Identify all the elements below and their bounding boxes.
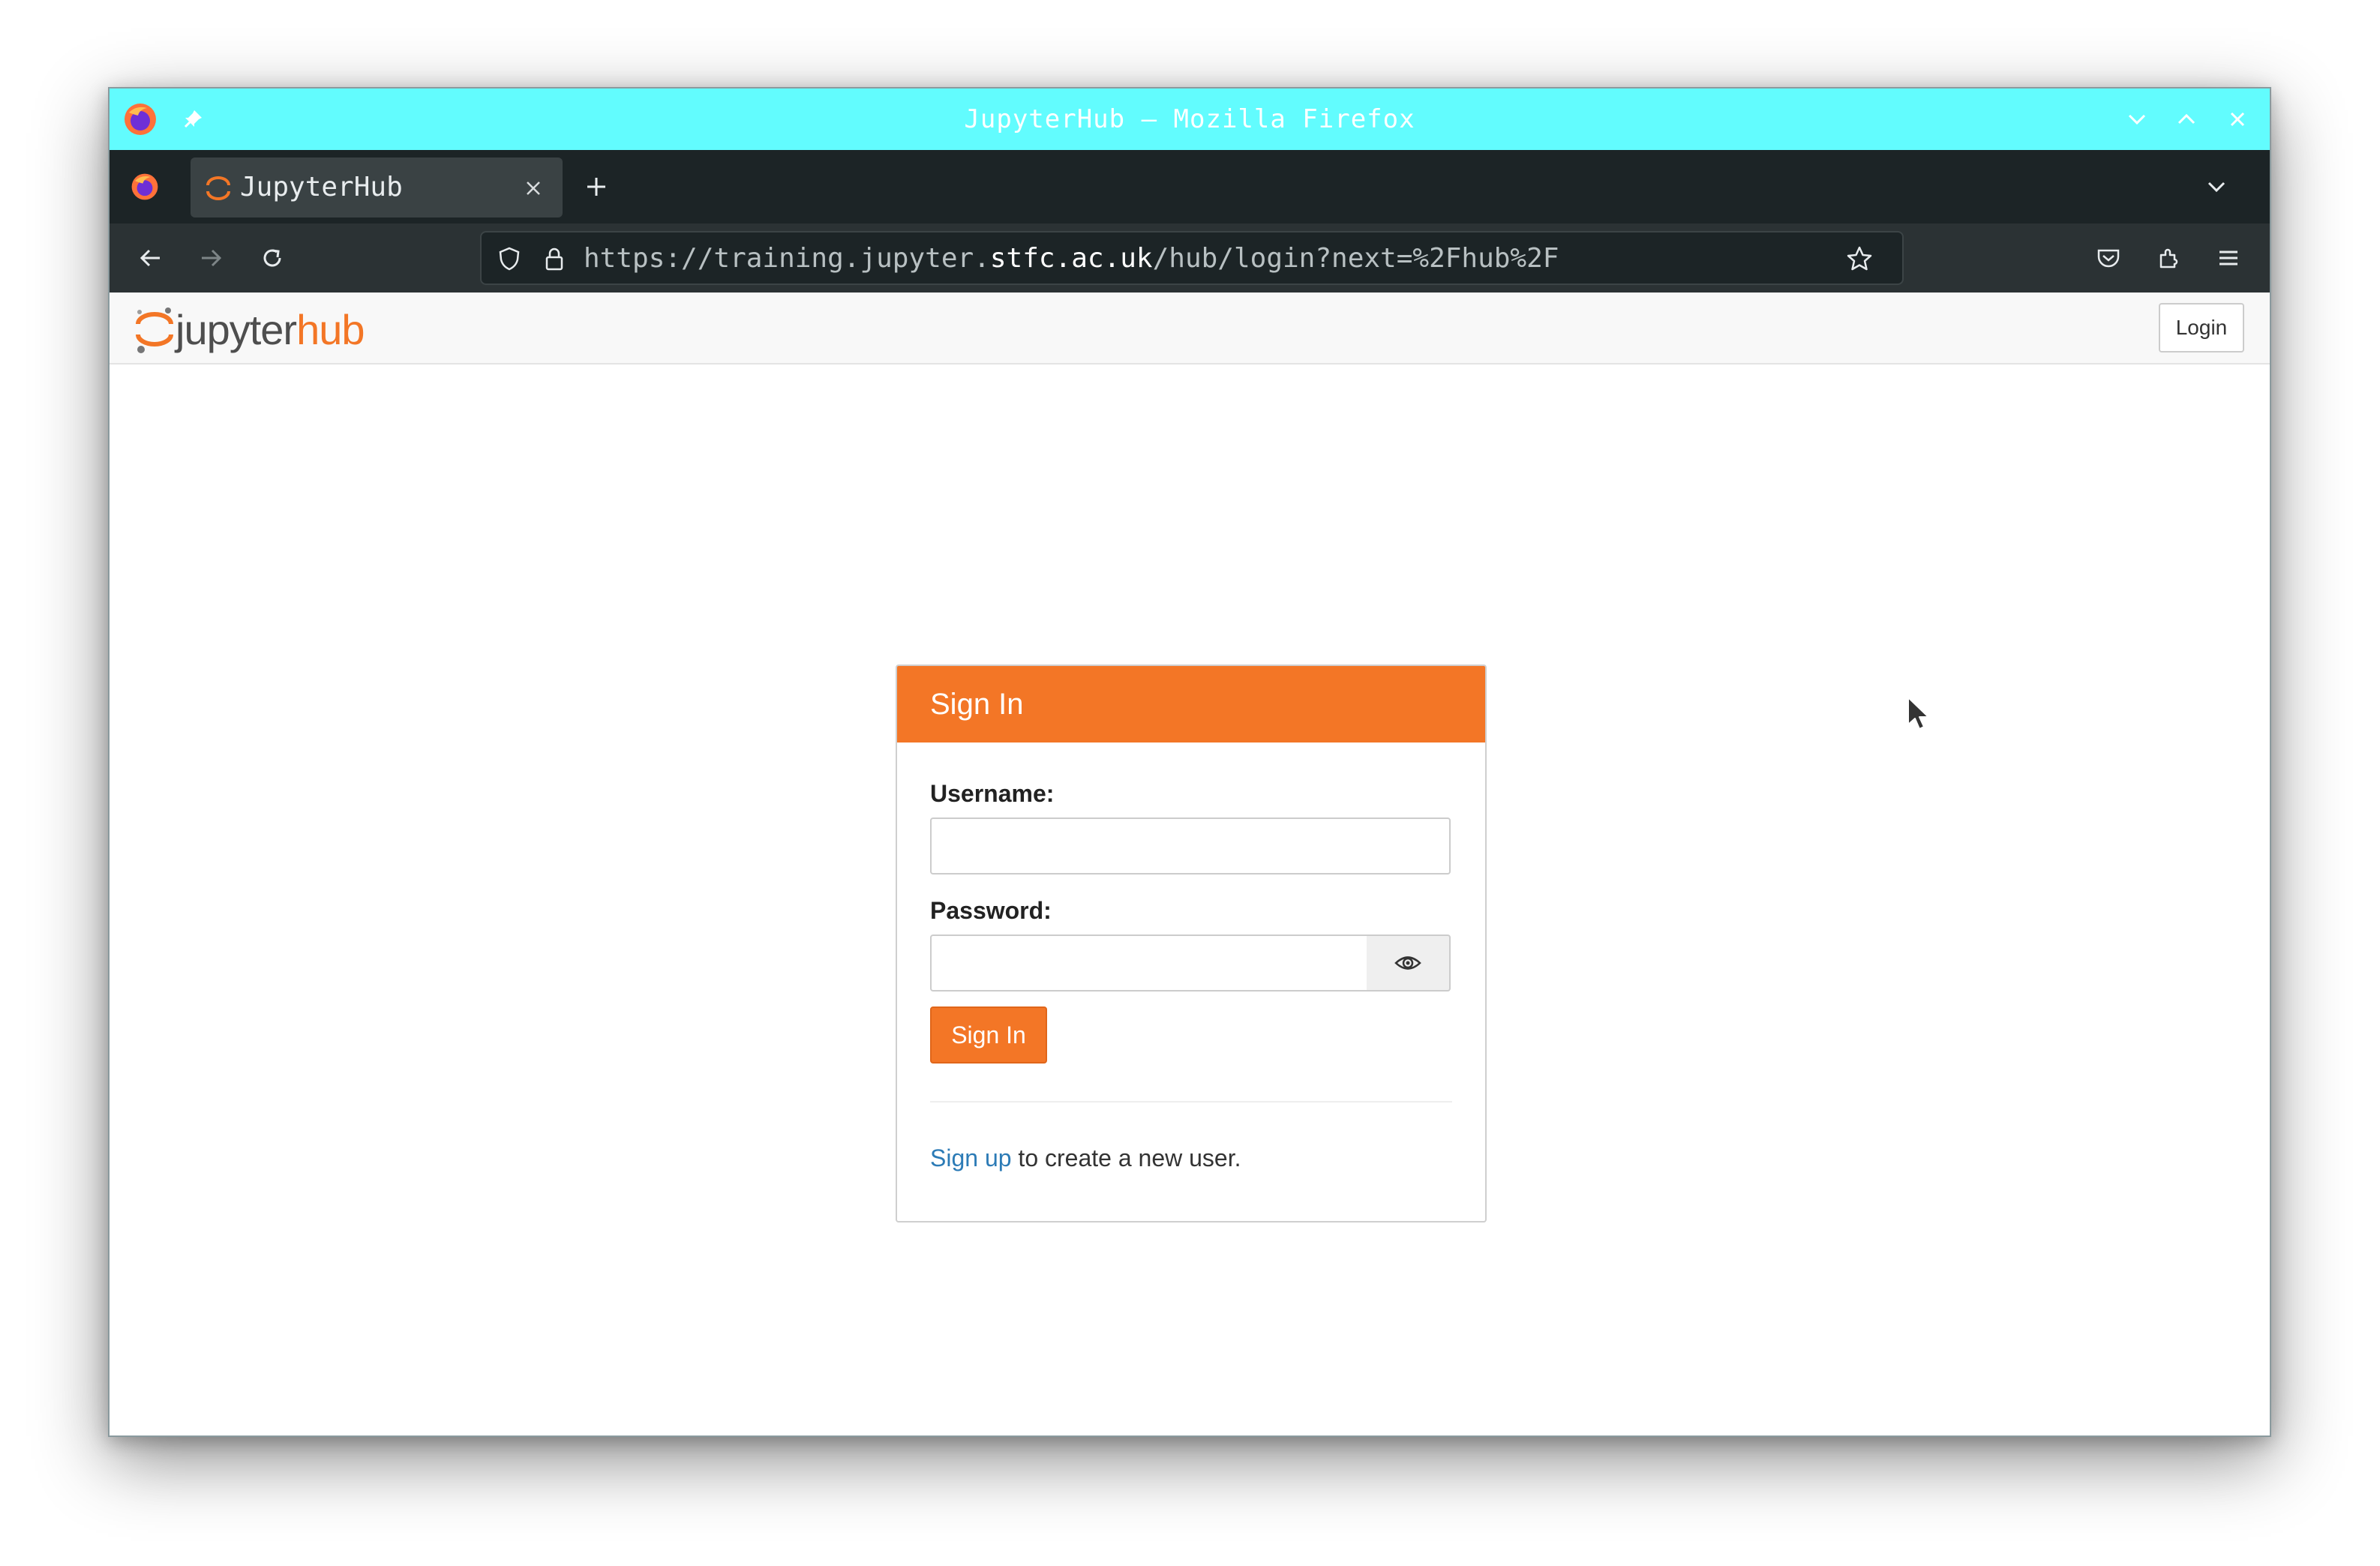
mouse-cursor-icon: [1907, 696, 1932, 736]
signup-suffix: to create a new user.: [1011, 1144, 1241, 1172]
sign-in-heading: Sign In: [897, 666, 1485, 742]
username-input[interactable]: [930, 818, 1451, 874]
jupyter-logo-icon: [136, 308, 173, 353]
lock-icon[interactable]: [536, 240, 573, 278]
url-text[interactable]: https://training.jupyter.stfc.ac.uk/hub/…: [584, 232, 1559, 285]
logo-text-jupyter: jupyter: [176, 305, 297, 353]
extensions-icon[interactable]: [2150, 239, 2187, 277]
tab-strip: JupyterHub: [110, 150, 2270, 224]
close-window-icon[interactable]: [2219, 100, 2256, 138]
page-content: jupyter hub Login Sign In Username: Passw…: [110, 292, 2270, 1436]
jupyter-favicon-icon: [200, 170, 237, 207]
password-label: Password:: [930, 897, 1052, 924]
browser-window: JupyterHub — Mozilla Firefox JupyterHub …: [108, 87, 2271, 1437]
forward-icon[interactable]: [192, 239, 230, 277]
divider: [930, 1101, 1452, 1102]
back-icon[interactable]: [132, 239, 170, 277]
jupyterhub-header: jupyter hub Login: [110, 292, 2270, 364]
bookmark-star-icon[interactable]: [1841, 240, 1878, 278]
username-label: Username:: [930, 780, 1055, 807]
close-tab-icon[interactable]: [515, 170, 552, 207]
sign-in-panel: Sign In Username: Password: Sign In Sign…: [896, 664, 1487, 1222]
signup-text: Sign up to create a new user.: [930, 1144, 1241, 1172]
window-title: JupyterHub — Mozilla Firefox: [964, 104, 1415, 134]
firefox-view-icon[interactable]: [126, 168, 164, 206]
maximize-icon[interactable]: [2168, 100, 2205, 138]
tab-label: JupyterHub: [240, 172, 403, 202]
sign-in-button[interactable]: Sign In: [930, 1006, 1047, 1064]
minimize-icon[interactable]: [2118, 100, 2156, 138]
tab-jupyterhub[interactable]: JupyterHub: [191, 158, 563, 218]
title-bar: JupyterHub — Mozilla Firefox: [110, 88, 2270, 150]
jupyterhub-logo[interactable]: jupyter hub: [134, 303, 365, 356]
login-button[interactable]: Login: [2159, 303, 2244, 352]
eye-icon: [1394, 956, 1421, 970]
password-input[interactable]: [930, 934, 1368, 992]
address-bar[interactable]: https://training.jupyter.stfc.ac.uk/hub/…: [480, 231, 1904, 285]
list-tabs-icon[interactable]: [2198, 168, 2235, 206]
tracking-protection-shield-icon[interactable]: [491, 240, 528, 278]
menu-hamburger-icon[interactable]: [2210, 239, 2247, 277]
pocket-icon[interactable]: [2090, 239, 2127, 277]
new-tab-icon[interactable]: [578, 168, 615, 206]
nav-bar: https://training.jupyter.stfc.ac.uk/hub/…: [110, 224, 2270, 292]
reload-icon[interactable]: [254, 239, 291, 277]
logo-text-hub: hub: [296, 305, 365, 353]
sign-up-link[interactable]: Sign up: [930, 1144, 1012, 1172]
show-password-button[interactable]: [1367, 934, 1451, 992]
